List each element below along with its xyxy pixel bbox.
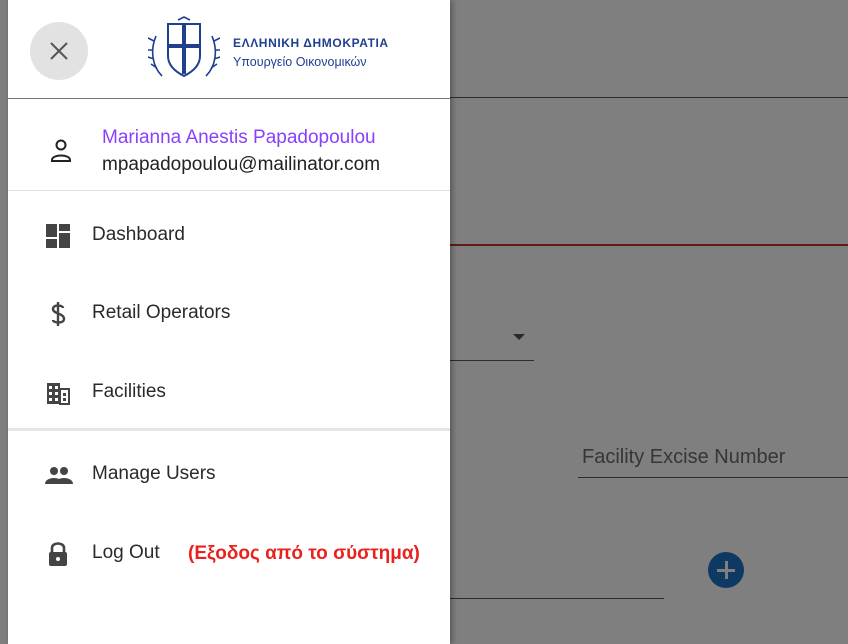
drawer-header: ΕΛΛΗΝΙΚΗ ΔΗΜΟΚΡΑΤΙΑ Υπουργείο Οικονομικώ… (8, 0, 450, 99)
nav-item-retail-operators[interactable]: Retail Operators (8, 285, 450, 341)
dashboard-icon (46, 224, 70, 248)
greek-emblem-logo (148, 16, 220, 78)
close-icon (50, 42, 68, 60)
nav-label-retail-operators: Retail Operators (92, 302, 231, 323)
navigation-drawer: ΕΛΛΗΝΙΚΗ ΔΗΜΟΚΡΑΤΙΑ Υπουργείο Οικονομικώ… (8, 0, 450, 644)
nav-item-dashboard[interactable]: Dashboard (8, 207, 450, 263)
lock-icon (49, 542, 67, 566)
group-icon (45, 467, 73, 484)
nav-label-facilities: Facilities (92, 381, 166, 402)
close-button[interactable] (30, 22, 88, 80)
nav-label-manage-users: Manage Users (92, 463, 216, 484)
nav-label-dashboard: Dashboard (92, 224, 185, 245)
person-icon (51, 139, 71, 162)
logout-hint: (Εξοδος από το σύστημα) (188, 543, 420, 564)
user-name: Marianna Anestis Papadopoulou (102, 127, 376, 148)
dollar-icon (51, 302, 66, 326)
nav-item-manage-users[interactable]: Manage Users (8, 446, 450, 502)
nav-divider (8, 428, 450, 431)
nav-label-log-out: Log Out (92, 542, 160, 563)
building-icon (47, 383, 70, 405)
user-email: mpapadopoulou@mailinator.com (102, 154, 381, 175)
brand-subtitle: Υπουργείο Οικονομικών (233, 55, 367, 69)
brand-title: ΕΛΛΗΝΙΚΗ ΔΗΜΟΚΡΑΤΙΑ (233, 36, 389, 50)
user-profile: Marianna Anestis Papadopoulou mpapadopou… (8, 99, 450, 191)
nav-item-facilities[interactable]: Facilities (8, 364, 450, 420)
